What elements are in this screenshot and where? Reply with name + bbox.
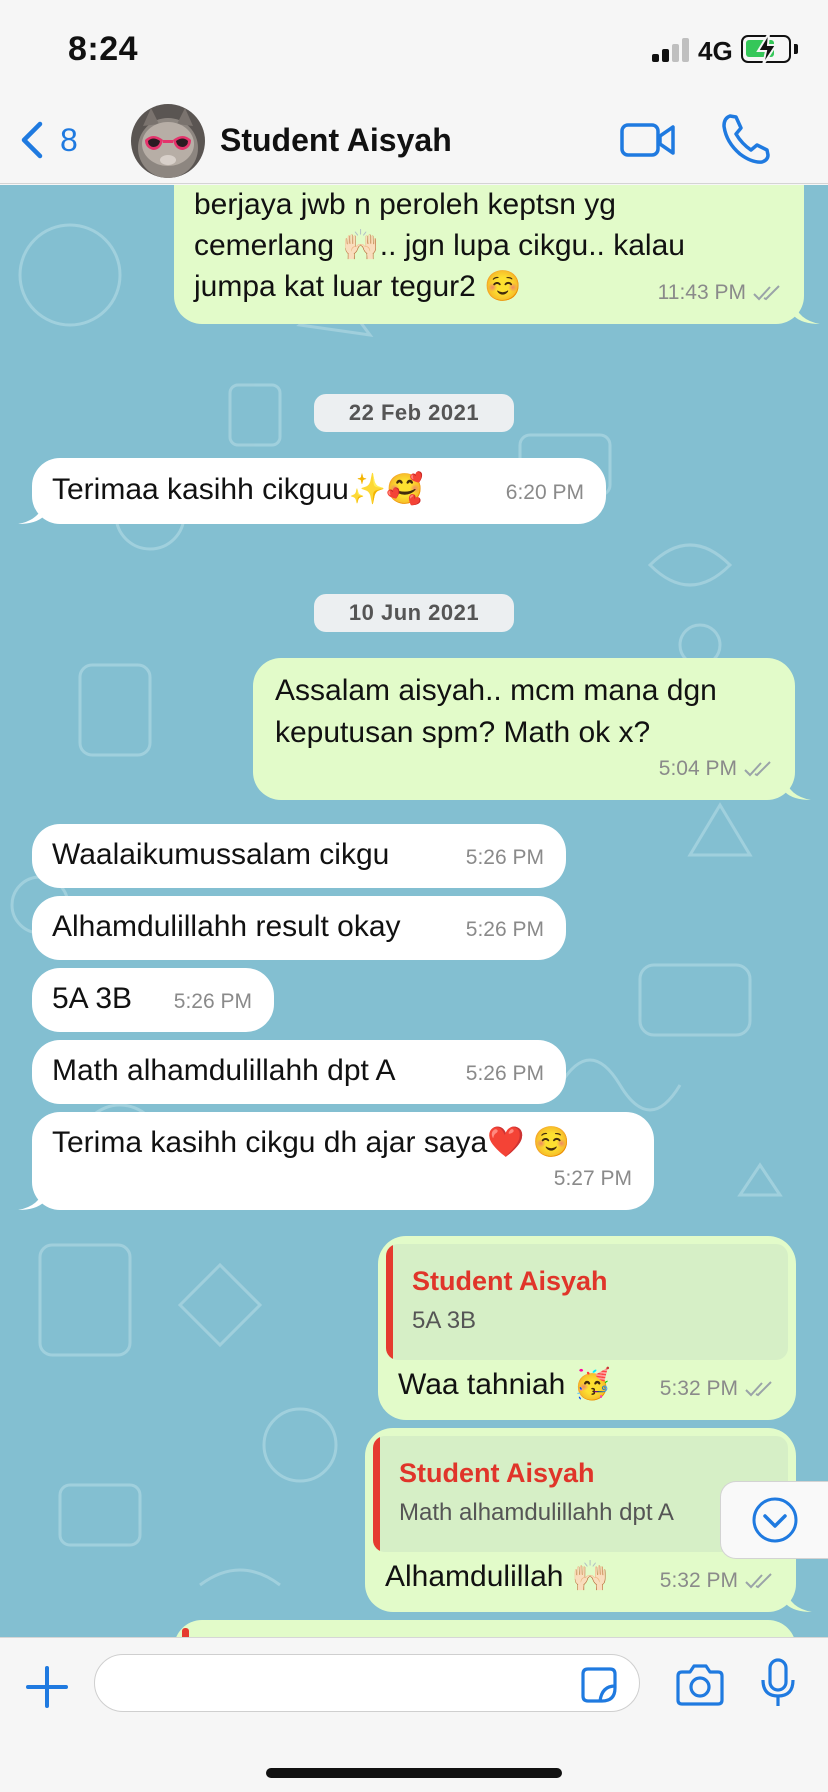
message-time: 5:26 PM <box>465 846 544 869</box>
message-line: cemerlang 🙌🏻.. jgn lupa cikgu.. kalau <box>194 229 685 262</box>
date-separator: 22 Feb 2021 <box>314 394 514 432</box>
message-incoming[interactable]: Waalaikumussalam cikgu 5:26 PM <box>32 824 566 888</box>
message-time: 5:26 PM <box>465 1062 544 1085</box>
date-separator: 10 Jun 2021 <box>314 594 514 632</box>
quoted-text: Math alhamdulillahh dpt A <box>399 1499 674 1526</box>
message-time: 5:26 PM <box>173 990 252 1013</box>
message-outgoing-partial[interactable] <box>174 1620 796 1637</box>
bubble-tail <box>18 1188 44 1210</box>
sticker-icon[interactable] <box>580 1666 618 1704</box>
message-outgoing[interactable]: Assalam aisyah.. mcm mana dgn keputusan … <box>253 658 795 800</box>
input-bar <box>0 1637 828 1792</box>
message-text: Terima kasihh cikgu dh ajar saya❤️ ☺️ <box>52 1126 571 1159</box>
read-ticks-icon <box>745 1381 772 1397</box>
quoted-sender: Student Aisyah <box>412 1266 608 1296</box>
message-line: berjaya jwb n peroleh keptsn yg <box>194 188 616 221</box>
scroll-to-bottom-button[interactable] <box>720 1481 828 1559</box>
chevron-left-icon <box>21 121 43 159</box>
message-line: Assalam aisyah.. mcm mana dgn <box>275 674 717 707</box>
chat-header: 8 Student Aisyah <box>0 96 828 184</box>
message-text: Terimaa kasihh cikguu✨🥰 <box>52 473 424 506</box>
message-line: keputusan spm? Math ok x? <box>275 716 651 749</box>
microphone-icon[interactable] <box>760 1658 796 1708</box>
quote-bar <box>373 1436 380 1552</box>
message-outgoing-reply[interactable]: Student Aisyah 5A 3B Waa tahniah 🥳 5:32 … <box>378 1236 796 1420</box>
bubble-tail <box>785 778 811 800</box>
message-list: berjaya jwb n peroleh keptsn yg cemerlan… <box>0 185 828 1637</box>
message-line: jumpa kat luar tegur2 ☺️ <box>194 270 522 303</box>
bubble-tail <box>786 1590 812 1612</box>
back-button[interactable]: 8 <box>18 112 98 168</box>
video-call-icon[interactable] <box>620 114 676 166</box>
message-text: Waalaikumussalam cikgu <box>52 838 390 871</box>
charging-bolt-icon <box>756 32 778 66</box>
phone-call-icon[interactable] <box>720 112 770 166</box>
read-ticks-icon <box>745 1573 772 1589</box>
message-outgoing[interactable]: berjaya jwb n peroleh keptsn yg cemerlan… <box>174 185 804 324</box>
message-text: Alhamdulillahh result okay <box>52 910 401 943</box>
message-time: 5:32 PM <box>659 1569 738 1592</box>
status-bar: 8:24 4G <box>0 0 828 96</box>
plus-icon[interactable] <box>26 1666 68 1708</box>
message-incoming[interactable]: 5A 3B 5:26 PM <box>32 968 274 1032</box>
quote-bar <box>386 1244 393 1360</box>
quoted-message[interactable]: Student Aisyah 5A 3B <box>386 1244 788 1360</box>
cat-sunglasses-avatar-image <box>131 104 205 178</box>
message-text: 5A 3B <box>52 982 133 1015</box>
message-incoming[interactable]: Alhamdulillahh result okay 5:26 PM <box>32 896 566 960</box>
message-time: 5:04 PM <box>658 757 737 780</box>
unread-count: 8 <box>60 121 78 158</box>
message-text: Math alhamdulillahh dpt A <box>52 1054 396 1087</box>
message-time: 5:26 PM <box>465 918 544 941</box>
read-ticks-icon <box>744 761 771 777</box>
message-time: 5:27 PM <box>553 1167 632 1190</box>
message-incoming[interactable]: Terimaa kasihh cikguu✨🥰 6:20 PM <box>32 458 606 524</box>
quoted-sender: Student Aisyah <box>399 1458 595 1488</box>
contact-name[interactable]: Student Aisyah <box>220 122 452 159</box>
signal-strength-icon <box>652 38 692 62</box>
quoted-text: 5A 3B <box>412 1307 477 1334</box>
chat-area[interactable]: berjaya jwb n peroleh keptsn yg cemerlan… <box>0 185 828 1637</box>
chevron-down-circle-icon <box>752 1497 797 1543</box>
bubble-tail <box>794 302 820 324</box>
status-time: 8:24 <box>68 30 139 68</box>
read-ticks-icon <box>753 285 780 301</box>
home-indicator[interactable] <box>266 1768 562 1778</box>
message-input[interactable] <box>94 1654 640 1712</box>
quote-bar <box>182 1628 189 1637</box>
message-time: 5:32 PM <box>659 1377 738 1400</box>
camera-icon[interactable] <box>676 1662 724 1706</box>
network-type: 4G <box>698 36 733 66</box>
message-text: Waa tahniah 🥳 <box>398 1368 612 1401</box>
avatar[interactable] <box>131 104 205 178</box>
battery-cap <box>794 44 798 54</box>
message-incoming[interactable]: Math alhamdulillahh dpt A 5:26 PM <box>32 1040 566 1104</box>
message-incoming[interactable]: Terima kasihh cikgu dh ajar saya❤️ ☺️ 5:… <box>32 1112 654 1210</box>
bubble-tail <box>18 502 44 524</box>
message-time: 6:20 PM <box>505 481 584 504</box>
message-time: 11:43 PM <box>657 281 746 304</box>
message-text: Alhamdulillah 🙌🏻 <box>385 1560 610 1593</box>
